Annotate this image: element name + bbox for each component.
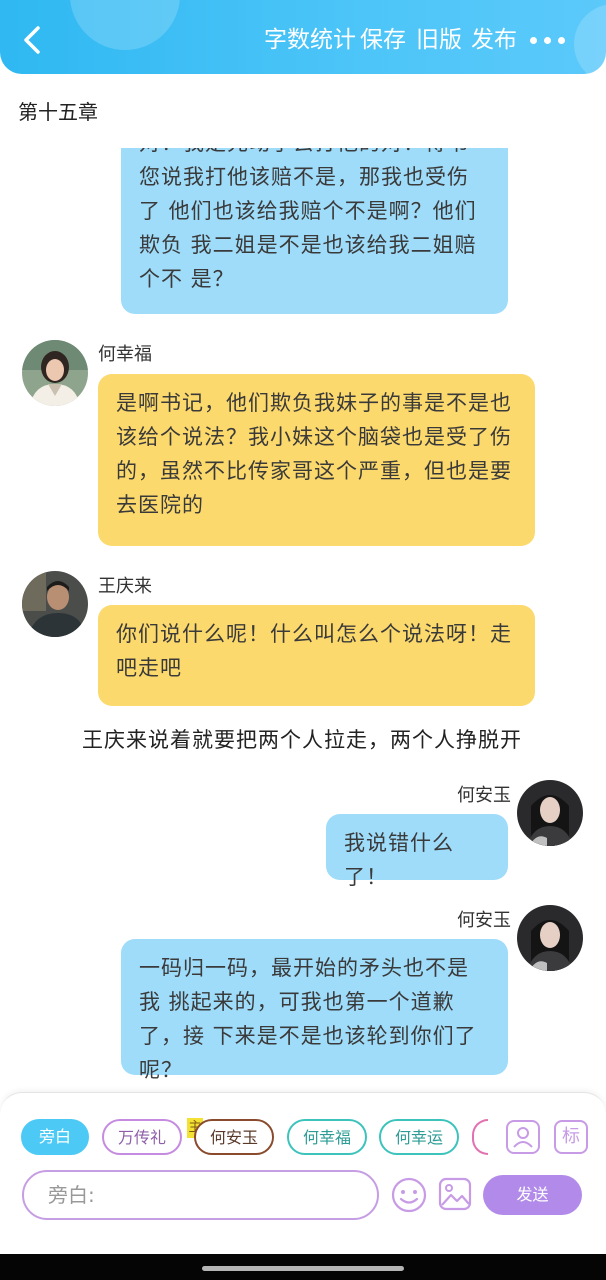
publish-button[interactable]: 发布 [471, 24, 517, 56]
narration-text[interactable]: 王庆来说着就要把两个人拉走，两个人挣脱开 [82, 724, 522, 754]
message-bubble[interactable]: 你们说什么呢！什么叫怎么个说法呀！走 吧走吧 [98, 605, 535, 706]
header-decoration [574, 4, 606, 74]
message-bubble[interactable]: 一码归一码，最开始的矛头也不是我 挑起来的，可我也第一个道歉了，接 下来是不是也… [121, 939, 508, 1082]
role-chip[interactable]: 万传礼 [102, 1119, 182, 1155]
chapter-title: 第十五章 [18, 100, 98, 124]
message-bubble[interactable]: 对！我是先动手去打他的对！得书 您说我打他该赔不是，那我也受伤了 他们也该给我赔… [121, 148, 508, 314]
message-input[interactable]: 旁白: [22, 1170, 379, 1220]
role-chip[interactable]: 何安玉 [194, 1119, 274, 1155]
speaker-name: 何安玉 [457, 910, 511, 931]
emoji-icon[interactable] [391, 1177, 427, 1213]
back-arrow-icon[interactable] [18, 22, 48, 58]
message-bubble[interactable]: 我说错什么了！ [326, 814, 508, 889]
more-icon[interactable] [530, 37, 566, 47]
person-icon[interactable] [506, 1120, 540, 1154]
old-version-button[interactable]: 旧版 [416, 24, 462, 56]
system-nav-bar [0, 1254, 606, 1280]
avatar[interactable] [22, 571, 88, 637]
send-button[interactable]: 发送 [483, 1175, 582, 1215]
speaker-name: 何安玉 [457, 785, 511, 806]
message-bubble[interactable]: 是啊书记，他们欺负我妹子的事是不是也 该给个说法？我小妹这个脑袋也是受了伤 的，… [98, 374, 535, 546]
speaker-name: 王庆来 [98, 576, 152, 597]
image-icon[interactable] [438, 1177, 472, 1211]
tag-button[interactable]: 标 [554, 1120, 588, 1154]
role-chip[interactable]: 何幸运 [379, 1119, 459, 1155]
avatar[interactable] [517, 780, 583, 846]
top-bar: 字数统计 保存 旧版 发布 [0, 0, 606, 74]
chat-area: 对！我是先动手去打他的对！得书 您说我打他该赔不是，那我也受伤了 他们也该给我赔… [0, 148, 606, 1093]
role-chip-narration[interactable]: 旁白 [21, 1119, 89, 1155]
avatar[interactable] [517, 905, 583, 971]
save-button[interactable]: 保存 [360, 24, 406, 56]
avatar[interactable] [22, 340, 88, 406]
role-chip[interactable]: 何幸福 [287, 1119, 367, 1155]
speaker-name: 何幸福 [98, 344, 152, 365]
word-count-button[interactable]: 字数统计 [264, 24, 356, 56]
header-decoration [70, 0, 180, 50]
home-indicator[interactable] [202, 1266, 404, 1271]
